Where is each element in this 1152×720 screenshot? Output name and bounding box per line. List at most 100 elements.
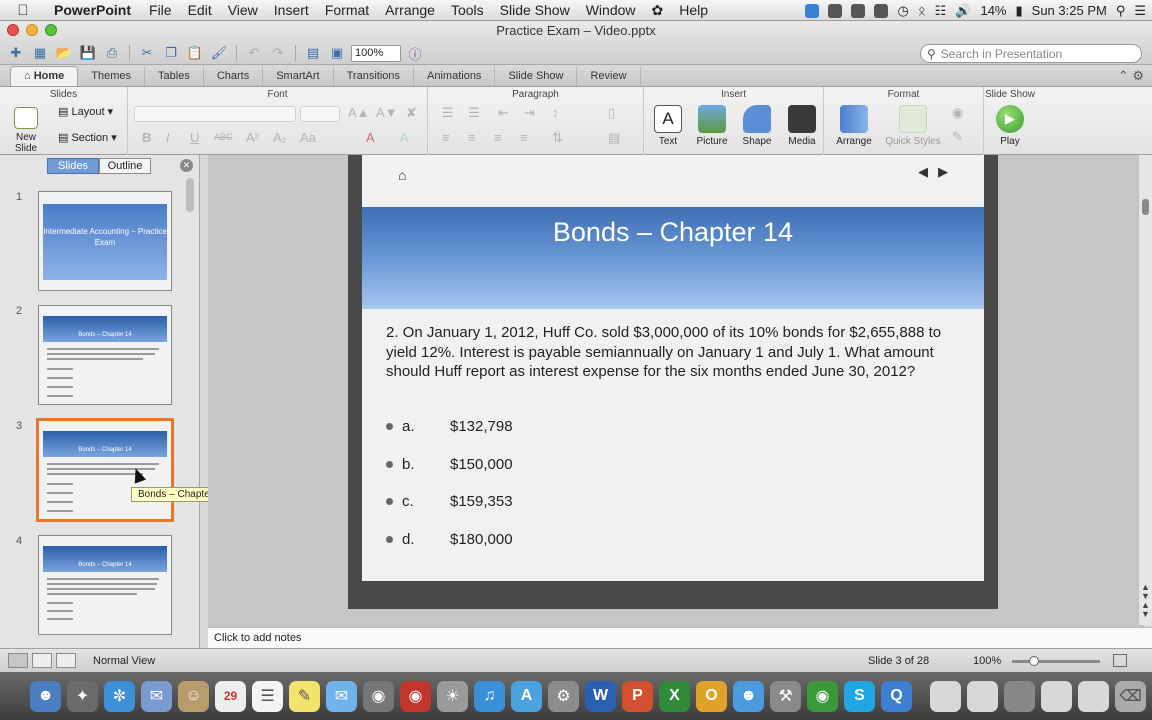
- paste-icon[interactable]: 📋: [185, 44, 205, 62]
- templates-icon[interactable]: ▦: [30, 44, 50, 62]
- fill-icon[interactable]: ◉: [952, 105, 963, 121]
- new-presentation-icon[interactable]: ✚: [6, 44, 26, 62]
- clock[interactable]: Sun 3:25 PM: [1032, 3, 1107, 18]
- slide-thumbnail-2[interactable]: Bonds – Chapter 14: [38, 305, 172, 405]
- tab-review[interactable]: Review: [577, 67, 641, 86]
- battery-percent[interactable]: 14%: [980, 3, 1006, 18]
- undo-icon[interactable]: ↶: [244, 44, 264, 62]
- new-slide-button[interactable]: New Slide: [4, 105, 48, 154]
- screen-icon[interactable]: [874, 3, 889, 18]
- align-text-icon[interactable]: ▤: [608, 130, 620, 146]
- facetime-icon[interactable]: ◉: [363, 680, 394, 712]
- tab-charts[interactable]: Charts: [204, 67, 264, 86]
- menu-edit[interactable]: Edit: [180, 2, 220, 18]
- contacts-icon[interactable]: ☺: [178, 680, 209, 712]
- notes-icon[interactable]: ✎: [289, 680, 320, 712]
- insert-picture-button[interactable]: Picture: [690, 105, 734, 147]
- redo-icon[interactable]: ↷: [268, 44, 288, 62]
- tools-icon[interactable]: ⚒: [770, 680, 801, 712]
- dock-window-thumbnail[interactable]: [1078, 680, 1109, 712]
- next-arrow-icon[interactable]: ▶: [938, 164, 948, 180]
- battery-icon[interactable]: ▮: [1016, 3, 1023, 19]
- calendar-icon[interactable]: 29: [215, 680, 246, 712]
- slide-sorter-view-icon[interactable]: [32, 653, 52, 668]
- script-icon[interactable]: ✿: [644, 2, 672, 19]
- open-icon[interactable]: 📂: [54, 44, 74, 62]
- drive-icon[interactable]: [828, 3, 843, 18]
- safari-icon[interactable]: ✼: [104, 680, 135, 712]
- skype-icon[interactable]: S: [844, 680, 875, 712]
- dock-window-thumbnail[interactable]: [1041, 680, 1072, 712]
- ribbon-gear-icon[interactable]: ⚙: [1132, 68, 1144, 83]
- shrink-font-icon[interactable]: A▼: [376, 105, 398, 120]
- align-right-icon[interactable]: ≡: [494, 130, 502, 145]
- increase-indent-icon[interactable]: ⇥: [524, 105, 535, 121]
- tab-transitions[interactable]: Transitions: [334, 67, 415, 86]
- messages-icon[interactable]: ✉: [326, 680, 357, 712]
- print-icon[interactable]: ⎙: [102, 44, 122, 62]
- bold-icon[interactable]: B: [142, 130, 151, 145]
- help-icon[interactable]: ⓘ: [405, 44, 425, 62]
- menu-tools[interactable]: Tools: [443, 2, 492, 18]
- wifi-icon[interactable]: ☷: [935, 3, 947, 19]
- reminders-icon[interactable]: ☰: [252, 680, 283, 712]
- mail-icon[interactable]: ✉: [141, 680, 172, 712]
- outlook-icon[interactable]: O: [696, 680, 727, 712]
- dock-window-thumbnail[interactable]: [1004, 680, 1035, 712]
- collapse-ribbon-icon[interactable]: ⌃: [1118, 68, 1129, 83]
- menu-format[interactable]: Format: [317, 2, 377, 18]
- word-icon[interactable]: W: [585, 680, 616, 712]
- tab-tables[interactable]: Tables: [145, 67, 204, 86]
- current-slide[interactable]: ⌂ ◀ ▶ Bonds – Chapter 14 2. On January 1…: [362, 155, 984, 581]
- arrange-button[interactable]: Arrange: [832, 105, 876, 147]
- pane-tab-slides[interactable]: Slides: [47, 158, 99, 174]
- launchpad-icon[interactable]: ✦: [67, 680, 98, 712]
- font-color-icon[interactable]: A: [366, 130, 375, 145]
- menu-slide-show[interactable]: Slide Show: [492, 2, 578, 18]
- zoom-slider[interactable]: [1012, 660, 1100, 663]
- quick-styles-button[interactable]: Quick Styles: [884, 105, 942, 147]
- photo-booth-icon[interactable]: ◉: [400, 680, 431, 712]
- slide-title[interactable]: Bonds – Chapter 14: [362, 217, 984, 248]
- slide-sorter-icon[interactable]: ▤: [303, 44, 323, 62]
- answer-option[interactable]: c. $159,353: [386, 493, 513, 510]
- menu-arrange[interactable]: Arrange: [377, 2, 443, 18]
- text-direction-icon[interactable]: ⇅: [552, 130, 563, 146]
- notes-pane[interactable]: Click to add notes: [208, 627, 1152, 648]
- scroll-arrows-icon[interactable]: ▲ ▼ ▲ ▼: [1141, 583, 1150, 619]
- slide-thumbnail-3[interactable]: Bonds – Chapter 14: [36, 418, 174, 522]
- layout-button[interactable]: ▤ Layout ▾: [58, 105, 113, 118]
- line-icon[interactable]: ✎: [952, 129, 963, 145]
- answer-option[interactable]: b. $150,000: [386, 456, 513, 473]
- menu-file[interactable]: File: [141, 2, 180, 18]
- superscript-icon[interactable]: A²: [246, 130, 259, 145]
- answer-option[interactable]: d. $180,000: [386, 531, 513, 548]
- save-icon[interactable]: 💾: [78, 44, 98, 62]
- apple-icon[interactable]: : [0, 2, 46, 19]
- bullets-icon[interactable]: ☰: [442, 105, 454, 121]
- dock-window-thumbnail[interactable]: [967, 680, 998, 712]
- excel-icon[interactable]: X: [659, 680, 690, 712]
- dropbox-icon[interactable]: [805, 3, 820, 18]
- tab-home[interactable]: ⌂ Home: [10, 66, 79, 86]
- zoom-slider-handle[interactable]: [1029, 656, 1039, 666]
- app-store-icon[interactable]: A: [511, 680, 542, 712]
- menu-insert[interactable]: Insert: [266, 2, 317, 18]
- play-button[interactable]: ▶ Play: [988, 105, 1032, 147]
- tab-themes[interactable]: Themes: [78, 67, 146, 86]
- scrollbar-thumb[interactable]: [186, 178, 194, 212]
- quicktime-icon[interactable]: Q: [881, 680, 912, 712]
- time-machine-icon[interactable]: ◷: [897, 3, 908, 19]
- app-menu[interactable]: PowerPoint: [46, 2, 141, 18]
- search-input[interactable]: ⚲ Search in Presentation: [920, 44, 1142, 63]
- pane-tab-outline[interactable]: Outline: [99, 158, 151, 174]
- bluetooth-icon[interactable]: ᛟ: [918, 3, 926, 18]
- menu-view[interactable]: View: [220, 2, 266, 18]
- menu-help[interactable]: Help: [671, 2, 716, 18]
- iphoto-icon[interactable]: ☀: [437, 680, 468, 712]
- slide-question[interactable]: 2. On January 1, 2012, Huff Co. sold $3,…: [386, 323, 966, 382]
- answer-option[interactable]: a. $132,798: [386, 418, 513, 435]
- menu-window[interactable]: Window: [578, 2, 644, 18]
- format-painter-icon[interactable]: 🖌: [209, 44, 229, 62]
- italic-icon[interactable]: I: [166, 130, 170, 145]
